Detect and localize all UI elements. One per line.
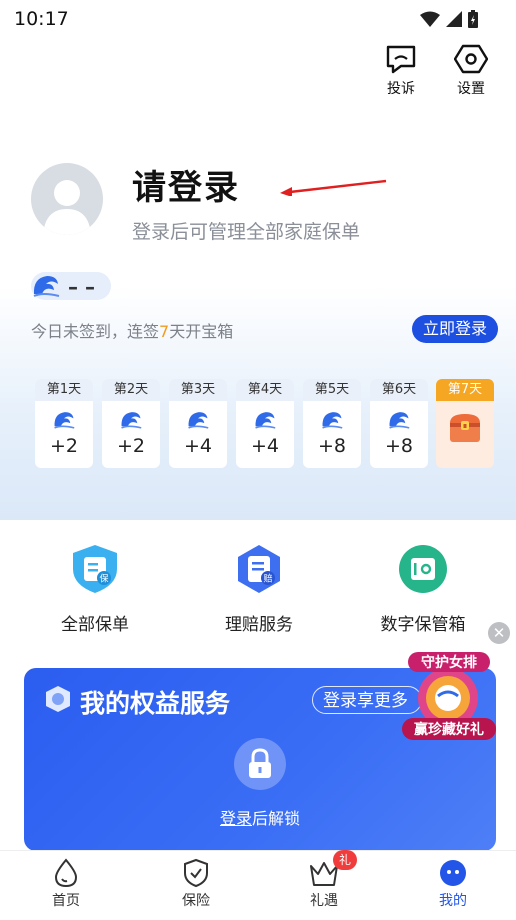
nav-insurance-label: 保险 <box>182 893 210 909</box>
sign-day-4[interactable]: 第4天 +4 <box>236 379 294 468</box>
nav-home-label: 首页 <box>52 893 80 909</box>
promo-line2: 赢珍藏好礼 <box>414 721 484 738</box>
login-title[interactable]: 请登录 <box>132 160 240 209</box>
sign-day-7[interactable]: 第7天 <box>436 379 494 468</box>
battery-icon <box>468 10 478 28</box>
nav-home[interactable]: 首页 <box>26 858 106 910</box>
nav-mine-label: 我的 <box>439 893 467 909</box>
policy-icon: 保 <box>73 545 117 593</box>
wave-coin-icon <box>188 412 209 429</box>
claims-service-button[interactable]: 赔 理赔服务 <box>194 543 324 635</box>
safe-box-icon <box>399 545 447 593</box>
complaint-label: 投诉 <box>387 81 415 97</box>
wave-coin-icon <box>255 412 276 429</box>
wave-coin-icon <box>121 412 142 429</box>
default-avatar-icon <box>43 180 91 235</box>
wave-coin-icon <box>33 276 60 297</box>
day-label: 第3天 <box>169 379 227 401</box>
claims-service-label: 理赔服务 <box>225 615 293 635</box>
all-policies-button[interactable]: 保 全部保单 <box>30 543 160 635</box>
settings-button[interactable]: 设置 <box>447 44 495 98</box>
login-now-button[interactable]: 立即登录 <box>412 315 498 343</box>
day-label: 第1天 <box>35 379 93 401</box>
sign-in-hint-suffix: 天开宝箱 <box>169 322 234 341</box>
diamond-icon <box>46 686 70 712</box>
signal-icon <box>446 11 462 27</box>
sign-day-6[interactable]: 第6天 +8 <box>370 379 428 468</box>
sign-day-1[interactable]: 第1天 +2 <box>35 379 93 468</box>
day-points: +4 <box>183 435 212 457</box>
day-label: 第5天 <box>303 379 361 401</box>
nav-mine[interactable]: 我的 <box>413 858 493 910</box>
wave-coin-icon <box>54 412 75 429</box>
sign-day-2[interactable]: 第2天 +2 <box>102 379 160 468</box>
nav-gifts-label: 礼遇 <box>310 893 338 909</box>
day-label: 第4天 <box>236 379 294 401</box>
day-label: 第7天 <box>436 379 494 401</box>
day-points: +8 <box>384 435 413 457</box>
status-time: 10:17 <box>14 8 69 30</box>
day-points: +8 <box>317 435 346 457</box>
complaint-icon <box>386 45 416 74</box>
nav-insurance[interactable]: 保险 <box>156 858 236 910</box>
wave-coin-icon <box>322 412 343 429</box>
avatar[interactable] <box>31 163 103 235</box>
settings-icon <box>454 44 488 74</box>
unlock-login-link[interactable]: 登录 <box>220 809 252 828</box>
home-drop-icon <box>54 858 78 888</box>
policy-badge: 保 <box>99 573 108 585</box>
complaint-button[interactable]: 投诉 <box>377 44 425 98</box>
system-icons <box>420 10 478 28</box>
day-label: 第2天 <box>102 379 160 401</box>
login-subtitle: 登录后可管理全部家庭保单 <box>132 221 361 243</box>
wifi-icon <box>420 11 440 27</box>
gift-badge: 礼 <box>333 850 357 870</box>
claims-badge: 赔 <box>263 573 272 585</box>
digital-safe-box-label: 数字保管箱 <box>380 615 466 635</box>
all-policies-label: 全部保单 <box>61 615 129 635</box>
rights-title: 我的权益服务 <box>80 689 231 718</box>
day-label: 第6天 <box>370 379 428 401</box>
red-arrow-annotation <box>280 179 387 196</box>
volleyball-promo-badge[interactable]: 守护女排 赢珍藏好礼 <box>400 648 498 744</box>
digital-safe-box-button[interactable]: 数字保管箱 <box>358 543 488 635</box>
shield-check-icon <box>184 858 208 888</box>
sign-in-hint-prefix: 今日未签到，连签 <box>31 322 160 341</box>
wave-coin-icon <box>389 412 410 429</box>
lock-circle <box>234 738 286 790</box>
claims-icon: 赔 <box>238 545 280 593</box>
day-points: +2 <box>116 435 145 457</box>
unlock-hint: 登录后解锁 <box>220 805 300 829</box>
day-points: +4 <box>250 435 279 457</box>
promo-line1: 守护女排 <box>421 654 477 671</box>
status-bar: 10:17 <box>0 0 516 38</box>
treasure-chest-icon <box>450 414 480 442</box>
points-value: – – <box>68 275 95 299</box>
lock-icon <box>249 748 271 778</box>
mine-face-icon <box>440 860 466 886</box>
day-points: +2 <box>49 435 78 457</box>
settings-label: 设置 <box>457 81 485 97</box>
sign-in-hint-days: 7 <box>159 322 170 341</box>
close-promo-button[interactable]: ✕ <box>488 622 510 644</box>
sign-day-3[interactable]: 第3天 +4 <box>169 379 227 468</box>
sign-in-hint: 今日未签到，连签7天开宝箱 <box>31 318 233 342</box>
sign-day-5[interactable]: 第5天 +8 <box>303 379 361 468</box>
unlock-suffix: 后解锁 <box>252 809 301 828</box>
